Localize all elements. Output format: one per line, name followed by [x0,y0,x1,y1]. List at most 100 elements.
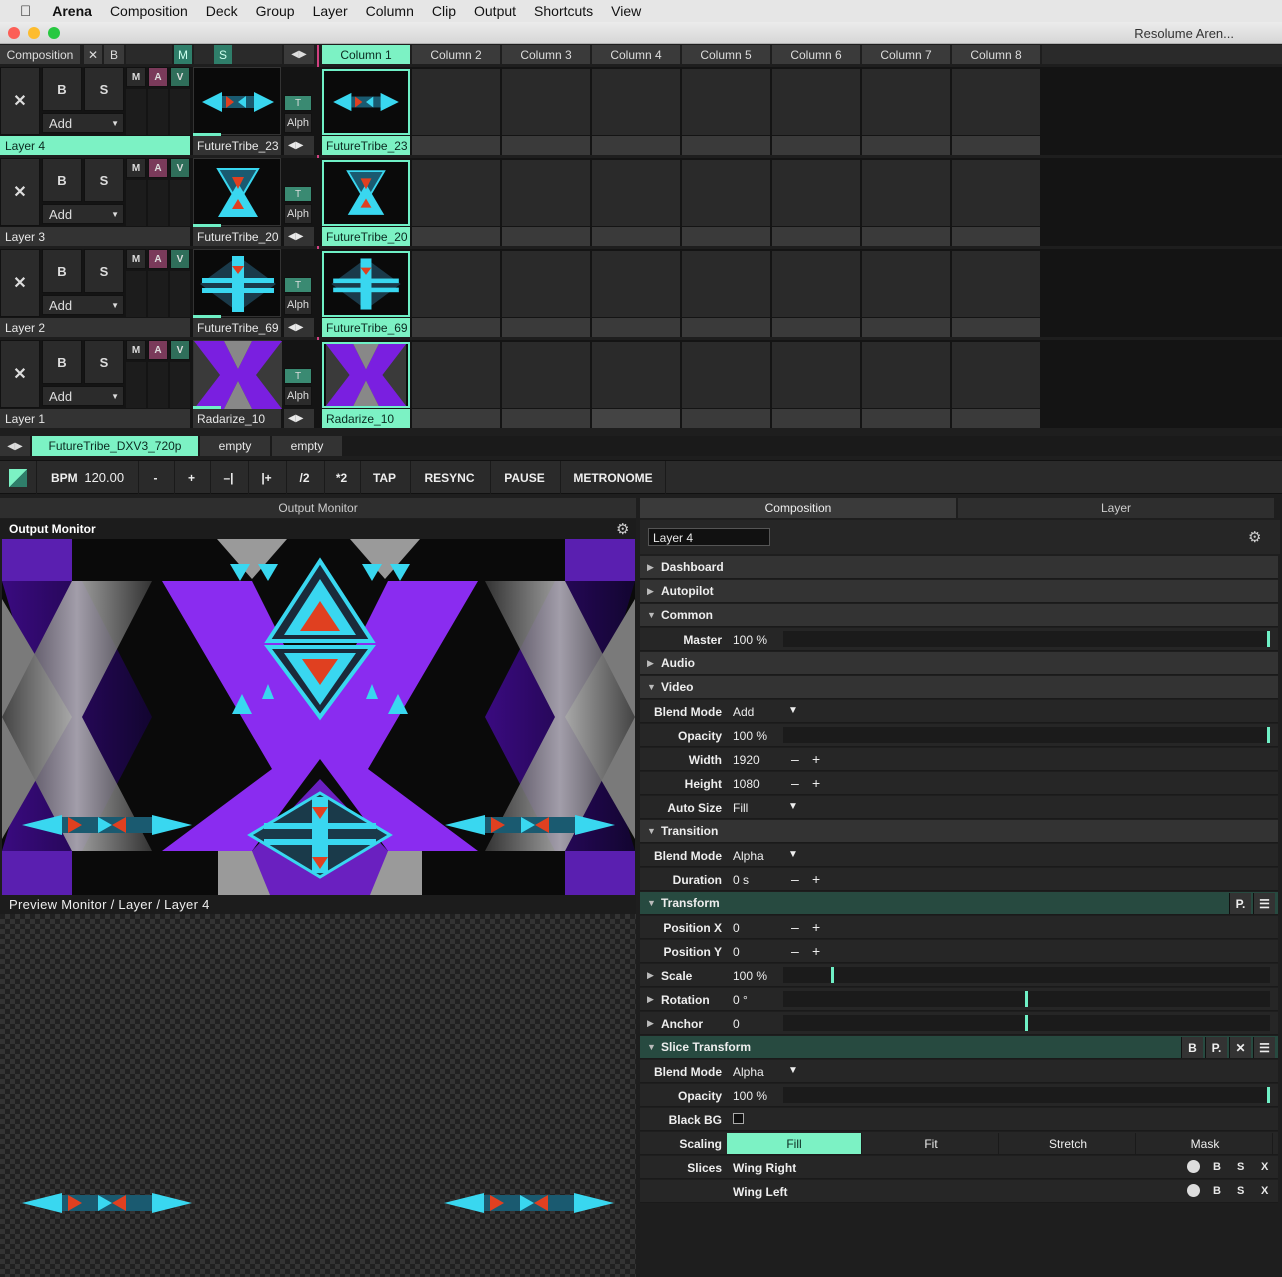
clip-slot-empty-label[interactable] [772,227,860,246]
clip-slot-empty-label[interactable] [412,136,500,155]
scaling-option-fit[interactable]: Fit [864,1133,999,1154]
layer-transition-button[interactable]: T [284,95,312,111]
layer-transition-mode[interactable]: Alph [284,204,312,224]
menu-shortcuts[interactable]: Shortcuts [525,3,602,19]
layer-video-button[interactable]: V [170,340,190,360]
layer-transition-mode[interactable]: Alph [284,113,312,133]
triangle-right-icon[interactable]: ▶ [647,994,654,1005]
deck-tab-active[interactable]: FutureTribe_DXV3_720p [32,436,198,456]
gear-icon[interactable]: ⚙ [1248,528,1261,546]
close-window-button[interactable] [8,27,20,39]
triangle-right-icon[interactable]: ▶ [647,970,654,981]
layer-video-fader[interactable] [170,89,190,135]
pause-button[interactable]: PAUSE [490,461,558,494]
clip-slot-empty[interactable] [592,160,680,226]
layer-mute-button[interactable]: M [126,67,146,87]
slice-left-icon[interactable] [1187,1184,1200,1197]
layer-opacity-fader[interactable] [148,271,168,317]
slice-remove-button[interactable]: ✕ [1229,1037,1251,1058]
layer-bypass-button[interactable]: B [42,249,82,293]
chevron-down-icon[interactable]: ▼ [788,849,798,860]
clip-slot-name[interactable]: FutureTribe_23 [322,136,410,155]
menu-column[interactable]: Column [357,3,423,19]
param-width-value[interactable]: 1920 [733,753,760,767]
chevron-down-icon[interactable]: ▼ [788,705,798,716]
layer-active-clip-thumb[interactable] [193,249,281,317]
clip-slot-empty[interactable] [862,251,950,317]
half-tempo-button[interactable]: /2 [286,461,322,494]
slice-solo-button[interactable]: S [1237,1161,1244,1173]
layer-transition-button[interactable]: T [284,277,312,293]
layer-audio-button[interactable]: A [148,158,168,178]
param-duration-plus[interactable]: + [812,871,820,887]
layer-video-button[interactable]: V [170,158,190,178]
layer-solo-button[interactable]: S [84,67,124,111]
tap-button[interactable]: TAP [360,461,408,494]
layer-mute-button[interactable]: M [126,340,146,360]
clip-slot-empty-label[interactable] [862,136,950,155]
layer-video-fader[interactable] [170,271,190,317]
section-autopilot[interactable]: ▶ Autopilot [640,580,1278,603]
clip-slot-empty[interactable] [682,69,770,135]
layer-clear-button[interactable]: ✕ [0,340,40,408]
layer-audio-button[interactable]: A [148,249,168,269]
composition-label[interactable]: Composition [0,45,80,64]
section-video[interactable]: ▼ Video [640,676,1278,699]
clip-slot-empty-label[interactable] [952,136,1040,155]
menu-view[interactable]: View [602,3,650,19]
clip-slot-empty[interactable] [862,160,950,226]
menu-output[interactable]: Output [465,3,525,19]
slice-solo-button[interactable]: S [1237,1185,1244,1197]
param-position-x-value[interactable]: 0 [733,921,740,935]
clip-slot-name[interactable]: FutureTribe_20 [322,227,410,246]
param-master-value[interactable]: 100 % [733,633,767,647]
clip-slot-empty-label[interactable] [952,318,1040,337]
layer-opacity-fader[interactable] [148,180,168,226]
param-duration-minus[interactable]: – [791,871,799,887]
clip-slot-empty[interactable] [772,342,860,408]
clip-slot-empty[interactable] [862,69,950,135]
menu-icon[interactable]: ☰ [1253,1037,1275,1058]
layer-clear-button[interactable]: ✕ [0,67,40,135]
clip-slot-empty-label[interactable] [682,227,770,246]
param-transition-blend-value[interactable]: Alpha [733,849,764,863]
tempo-indicator-icon[interactable] [0,461,36,494]
zoom-window-button[interactable] [48,27,60,39]
slice-name[interactable]: Wing Right [733,1161,796,1175]
menu-composition[interactable]: Composition [101,3,197,19]
double-tempo-button[interactable]: *2 [324,461,358,494]
param-rotation-slider[interactable] [783,991,1270,1007]
layer-transition-mode[interactable]: Alph [284,386,312,406]
triangle-right-icon[interactable]: ▶ [647,562,654,573]
slider-knob[interactable] [831,967,834,983]
menu-icon[interactable]: ☰ [1253,893,1275,914]
bpm-value[interactable]: 120.00 [84,470,124,485]
param-position-x-minus[interactable]: – [791,919,799,935]
bpm-plus-button[interactable]: + [174,461,208,494]
clip-slot-name[interactable]: FutureTribe_69 [322,318,410,337]
triangle-right-icon[interactable]: ▶ [647,658,654,669]
output-monitor-view[interactable] [2,539,635,895]
layer-name-label[interactable]: Layer 1 [0,409,190,428]
section-dashboard[interactable]: ▶ Dashboard [640,556,1278,579]
slice-bypass-button[interactable]: B [1213,1161,1221,1173]
section-audio[interactable]: ▶ Audio [640,652,1278,675]
layer-blend-dropdown[interactable]: Add ▼ [42,113,124,133]
param-slice-blend-value[interactable]: Alpha [733,1065,764,1079]
param-width-minus[interactable]: – [791,751,799,767]
slice-right-icon[interactable] [1187,1160,1200,1173]
menu-deck[interactable]: Deck [197,3,247,19]
clip-slot-empty-label[interactable] [592,136,680,155]
param-height-value[interactable]: 1080 [733,777,760,791]
layer-skip-icon[interactable]: ◀▶ [284,318,314,337]
column-8-header[interactable]: Column 8 [952,45,1040,64]
deck-tab-empty-2[interactable]: empty [272,436,342,456]
layer-name-field[interactable]: Layer 4 [648,528,770,546]
scaling-option-fill[interactable]: Fill [727,1133,862,1154]
slider-knob[interactable] [1267,1087,1270,1103]
clip-slot-empty-label[interactable] [592,318,680,337]
composition-solo-button[interactable]: S [214,45,232,64]
scaling-option-mask[interactable]: Mask [1138,1133,1273,1154]
clip-slot-empty-label[interactable] [682,136,770,155]
tab-composition[interactable]: Composition [640,498,956,518]
